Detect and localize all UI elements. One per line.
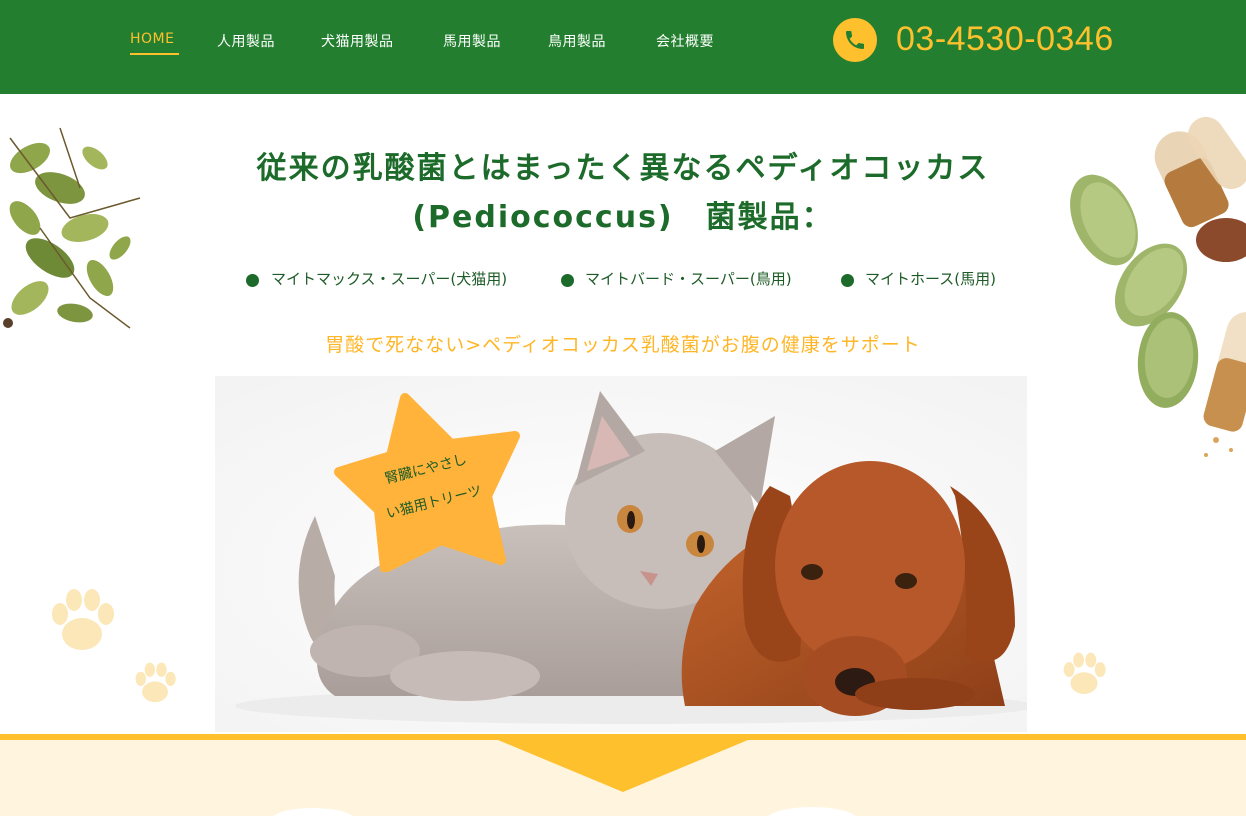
paw-print-icon	[1063, 652, 1106, 694]
nav-horse-products[interactable]: 馬用製品	[443, 31, 501, 51]
phone-number[interactable]: 03-4530-0346	[896, 20, 1114, 59]
bullet-dot	[246, 274, 259, 287]
phone-icon[interactable]	[833, 18, 877, 62]
product-item-mitomax[interactable]: マイトマックス・スーパー(犬猫用)	[271, 268, 507, 289]
bullet-dot	[561, 274, 574, 287]
nav-human-products[interactable]: 人用製品	[217, 31, 275, 51]
nav-dog-cat-products[interactable]: 犬猫用製品	[321, 31, 394, 51]
product-item-mitobird[interactable]: マイトバード・スーパー(鳥用)	[585, 268, 792, 289]
product-list: マイトマックス・スーパー(犬猫用) マイトバード・スーパー(鳥用) マイトホース…	[0, 268, 1246, 292]
nav-bird-products[interactable]: 鳥用製品	[548, 31, 606, 51]
bullet-dot	[841, 274, 854, 287]
hero-title-line-2: (Pediococcus) 菌製品：	[412, 200, 834, 235]
nav-company[interactable]: 会社概要	[656, 31, 714, 51]
down-arrow-icon	[498, 740, 748, 792]
site-header: HOME 人用製品 犬猫用製品 馬用製品 鳥用製品 会社概要 03-4530-0…	[0, 0, 1246, 94]
product-item-mitohorse[interactable]: マイトホース(馬用)	[865, 268, 996, 289]
paw-print-icon	[135, 662, 176, 703]
hero-subtitle: 胃酸で死なない>ペディオコッカス乳酸菌がお腹の健康をサポート	[325, 334, 921, 356]
circle-peek-decoration	[768, 807, 856, 816]
circle-peek-decoration	[273, 808, 353, 816]
hero-title-line-1: 従来の乳酸菌とはまったく異なるペディオコッカス	[256, 151, 990, 186]
nav-home[interactable]: HOME	[130, 31, 181, 55]
paw-print-icon	[52, 589, 114, 650]
